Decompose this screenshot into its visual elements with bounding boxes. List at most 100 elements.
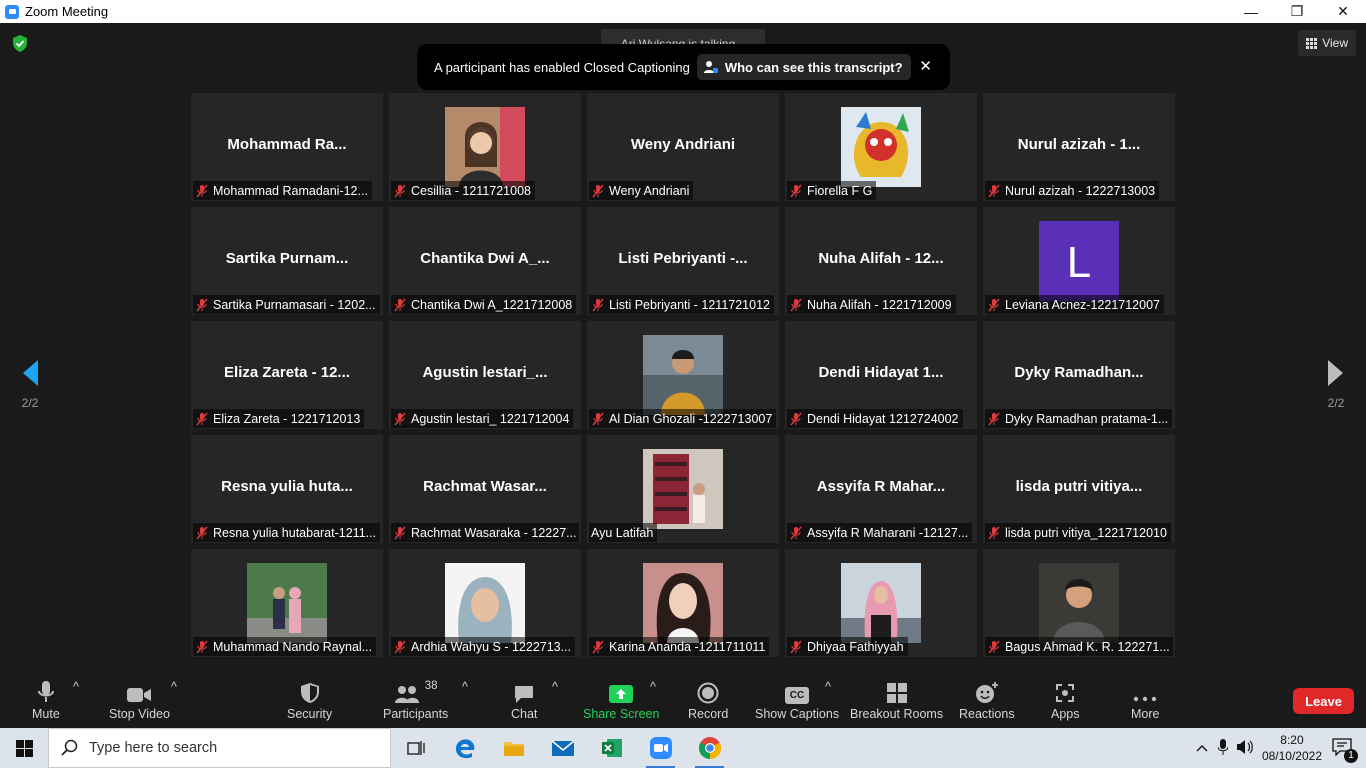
participant-name-text: Weny Andriani	[609, 183, 690, 198]
participant-tile[interactable]: Karina Ananda -1211711011	[587, 549, 779, 657]
participant-tile[interactable]: Chantika Dwi A_... Chantika Dwi A_1221712…	[389, 207, 581, 315]
participant-tile[interactable]: Ayu Latifah	[587, 435, 779, 543]
file-explorer-taskbar-button[interactable]	[489, 728, 538, 768]
mute-button[interactable]: Mute	[32, 680, 60, 721]
excel-taskbar-button[interactable]	[587, 728, 636, 768]
closed-caption-banner: A participant has enabled Closed Caption…	[417, 44, 950, 90]
muted-microphone-icon	[790, 412, 802, 425]
participant-name-text: Assyifa R Maharani -12127...	[807, 525, 969, 540]
muted-microphone-icon	[592, 412, 604, 425]
previous-page-button[interactable]: 2/2	[15, 358, 45, 418]
audio-options-caret[interactable]: ^	[73, 680, 79, 694]
participant-tile[interactable]: Eliza Zareta - 12... Eliza Zareta - 12217…	[191, 321, 383, 429]
chat-button[interactable]: Chat	[511, 680, 537, 721]
edge-taskbar-button[interactable]	[440, 728, 489, 768]
participant-tile[interactable]: Assyifa R Mahar... Assyifa R Maharani -12…	[785, 435, 977, 543]
next-page-button[interactable]: 2/2	[1321, 358, 1351, 418]
participant-name-text: Mohammad Ramadani-12...	[213, 183, 368, 198]
participants-options-caret[interactable]: ^	[462, 680, 468, 694]
participant-tile[interactable]: Dhiyaa Fathiyyah	[785, 549, 977, 657]
participant-tile[interactable]: Dendi Hidayat 1... Dendi Hidayat 12127240…	[785, 321, 977, 429]
share-options-caret[interactable]: ^	[650, 680, 656, 694]
participant-tile[interactable]: Listi Pebriyanti -... Listi Pebriyanti - …	[587, 207, 779, 315]
record-button[interactable]: Record	[688, 680, 728, 721]
maximize-button[interactable]: ❐	[1274, 0, 1320, 23]
system-tray: 8:20 08/10/2022 1	[1196, 728, 1366, 768]
record-label: Record	[688, 707, 729, 721]
participant-name-text: Sartika Purnamasari - 1202...	[213, 297, 376, 312]
windows-taskbar: Type here to search 8:20 08/10/2022 1	[0, 728, 1366, 768]
task-view-button[interactable]	[391, 728, 440, 768]
participant-name-label: Cesillia - 1211721008	[391, 181, 535, 200]
muted-microphone-icon	[790, 298, 802, 311]
participant-name-text: Eliza Zareta - 1221712013	[213, 411, 361, 426]
participant-tile[interactable]: Rachmat Wasar... Rachmat Wasaraka - 12227…	[389, 435, 581, 543]
taskbar-clock[interactable]: 8:20 08/10/2022	[1262, 732, 1322, 764]
participant-tile[interactable]: Sartika Purnam... Sartika Purnamasari - 1…	[191, 207, 383, 315]
participant-tile[interactable]: lisda putri vitiya... lisda putri vitiya_…	[983, 435, 1175, 543]
start-button[interactable]	[0, 728, 48, 768]
more-label: More	[1131, 707, 1160, 721]
encryption-shield-icon[interactable]	[12, 35, 28, 52]
participant-name-text: Listi Pebriyanti - 1211721012	[609, 297, 770, 312]
speaker-icon	[1236, 739, 1253, 754]
who-can-see-transcript-button[interactable]: Who can see this transcript?	[696, 54, 911, 80]
participant-tile[interactable]: Dyky Ramadhan... Dyky Ramadhan pratama-1.…	[983, 321, 1175, 429]
participant-tile[interactable]: Al Dian Ghozali -1222713007	[587, 321, 779, 429]
participant-video-thumbnail	[841, 563, 921, 643]
participant-display-name: Nuha Alifah - 12...	[818, 250, 944, 267]
show-hidden-icons-chevron[interactable]	[1196, 741, 1208, 755]
folder-icon	[503, 742, 524, 756]
stop-video-button[interactable]: Stop Video	[109, 680, 170, 721]
muted-microphone-icon	[592, 298, 604, 311]
volume-tray-button[interactable]	[1236, 739, 1254, 758]
breakout-rooms-button[interactable]: Breakout Rooms	[850, 680, 943, 721]
participant-tile[interactable]: Muhammad Nando Raynal...	[191, 549, 383, 657]
participant-name-label: Chantika Dwi A_1221712008	[391, 295, 577, 314]
notification-count-badge: 1	[1344, 748, 1358, 763]
muted-microphone-icon	[394, 298, 406, 311]
security-button[interactable]: Security	[287, 680, 332, 721]
participant-name-text: Bagus Ahmad K. R. 122271...	[1005, 639, 1170, 654]
participant-name-label: Assyifa R Maharani -12127...	[787, 523, 973, 542]
video-options-caret[interactable]: ^	[171, 680, 177, 694]
zoom-taskbar-button[interactable]	[636, 728, 685, 768]
participant-name-label: Nurul azizah - 1222713003	[985, 181, 1160, 200]
participant-tile[interactable]: Nurul azizah - 1... Nurul azizah - 122271…	[983, 93, 1175, 201]
apps-button[interactable]: Apps	[1051, 680, 1080, 721]
close-window-button[interactable]: ✕	[1320, 0, 1366, 23]
more-button[interactable]: More	[1131, 680, 1159, 721]
microphone-tray-button[interactable]	[1217, 738, 1229, 758]
minimize-button[interactable]: —	[1228, 0, 1274, 23]
chrome-taskbar-button[interactable]	[685, 728, 734, 768]
share-screen-button[interactable]: Share Screen	[583, 680, 659, 721]
captions-options-caret[interactable]: ^	[825, 680, 831, 694]
participant-name-text: Fiorella F G	[807, 183, 873, 198]
participant-tile[interactable]: Nuha Alifah - 12... Nuha Alifah - 1221712…	[785, 207, 977, 315]
search-icon	[61, 739, 78, 756]
participant-tile[interactable]: Mohammad Ra... Mohammad Ramadani-12...	[191, 93, 383, 201]
notification-center-button[interactable]: 1	[1332, 737, 1358, 763]
participant-tile[interactable]: Bagus Ahmad K. R. 122271...	[983, 549, 1175, 657]
mail-taskbar-button[interactable]	[538, 728, 587, 768]
participant-tile[interactable]: Fiorella F G	[785, 93, 977, 201]
chat-options-caret[interactable]: ^	[552, 680, 558, 694]
participant-tile[interactable]: Agustin lestari_... Agustin lestari_ 1221…	[389, 321, 581, 429]
reactions-button[interactable]: Reactions	[959, 680, 1015, 721]
participants-button[interactable]: 38 Participants	[383, 680, 448, 721]
participant-tile[interactable]: Resna yulia huta... Resna yulia hutabarat…	[191, 435, 383, 543]
leave-button[interactable]: Leave	[1293, 688, 1354, 714]
taskbar-search-box[interactable]: Type here to search	[48, 728, 391, 768]
meeting-area: Ari Wulsang is talking... View A partici…	[0, 23, 1366, 672]
participant-tile[interactable]: Weny Andriani Weny Andriani	[587, 93, 779, 201]
participant-name-label: Dendi Hidayat 1212724002	[787, 409, 963, 428]
participant-name-label: Resna yulia hutabarat-1211...	[193, 523, 381, 542]
participant-tile[interactable]: Ardhia Wahyu S - 1222713...	[389, 549, 581, 657]
banner-close-icon[interactable]: ✕	[919, 57, 932, 75]
record-icon	[697, 682, 719, 704]
view-button[interactable]: View	[1298, 30, 1356, 56]
participant-tile[interactable]: Cesillia - 1211721008	[389, 93, 581, 201]
participant-display-name: Weny Andriani	[630, 136, 736, 153]
participant-tile[interactable]: L Leviana Acnez-1221712007	[983, 207, 1175, 315]
muted-microphone-icon	[988, 298, 1000, 311]
